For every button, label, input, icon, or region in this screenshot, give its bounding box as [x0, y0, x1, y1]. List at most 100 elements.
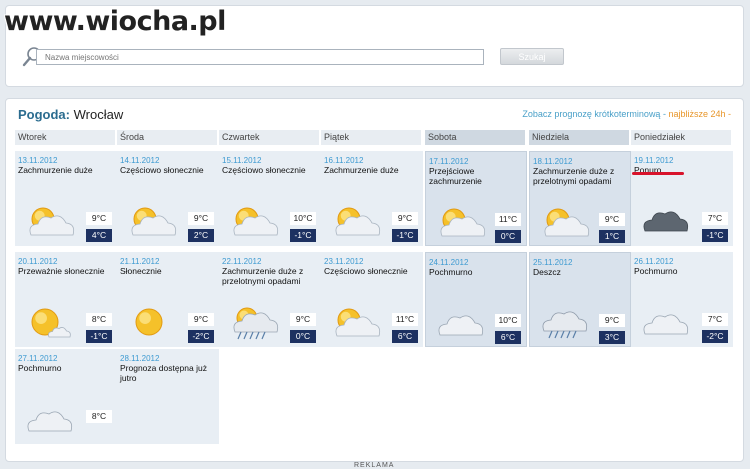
forecast-description: Prognoza dostępna już jutro [120, 363, 207, 383]
min-temp: -2°C [188, 330, 214, 343]
forecast-link-text: Zobacz prognozę krótkoterminową - [522, 109, 669, 119]
forecast-link-highlight: najbliższe 24h - [668, 109, 731, 119]
forecast-date: 18.11.2012 [533, 157, 573, 166]
min-temp: -1°C [290, 229, 316, 242]
sun-small-cloud-icon [31, 308, 71, 338]
sun-cloud-rain-icon [233, 307, 279, 340]
forecast-card: 26.11.2012 Pochmurno 7°C -2°C [631, 252, 733, 347]
forecast-date: 16.11.2012 [324, 156, 364, 165]
forecast-description: Pochmurno [634, 266, 678, 276]
forecast-card: 19.11.2012 Ponuro 7°C -1°C [631, 151, 733, 246]
page-title: Pogoda: Wrocław [18, 107, 123, 122]
forecast-description: Słonecznie [120, 266, 162, 276]
max-temp: 11°C [495, 213, 521, 226]
city-search-input[interactable] [36, 49, 484, 65]
min-temp: -1°C [702, 229, 728, 242]
day-header-7: Poniedziałek [631, 130, 731, 145]
max-temp: 11°C [392, 313, 418, 326]
forecast-description: Częściowo słonecznie [222, 165, 306, 175]
min-temp: 2°C [188, 229, 214, 242]
max-temp: 9°C [599, 314, 625, 327]
forecast-card: 20.11.2012 Przeważnie słonecznie 8°C -1°C [15, 252, 117, 347]
min-temp: 1°C [599, 230, 625, 243]
title-label: Pogoda: [18, 107, 70, 122]
day-header-5: Sobota [425, 130, 525, 145]
forecast-description: Zachmurzenie duże [324, 165, 399, 175]
forecast-date: 25.11.2012 [533, 258, 573, 267]
sun-icon [135, 308, 163, 336]
cloud-icon [27, 411, 73, 432]
min-temp: 3°C [599, 331, 625, 344]
forecast-description: Przeważnie słonecznie [18, 266, 105, 276]
min-temp: 4°C [86, 229, 112, 242]
min-temp: 0°C [495, 230, 521, 243]
max-temp: 8°C [86, 410, 112, 423]
forecast-card: 13.11.2012 Zachmurzenie duże 9°C 4°C [15, 151, 117, 246]
forecast-card: 25.11.2012 Deszcz 9°C 3°C [529, 252, 631, 347]
forecast-description: Pochmurno [18, 363, 62, 373]
forecast-date: 19.11.2012 [634, 156, 674, 165]
sun-cloud-icon [29, 207, 75, 236]
forecast-card: 23.11.2012 Częściowo słonecznie 11°C 6°C [321, 252, 423, 347]
forecast-description: Zachmurzenie duże z przelotnymi opadami [222, 266, 304, 286]
min-temp: -1°C [392, 229, 418, 242]
day-header-3: Czwartek [219, 130, 319, 145]
sun-cloud-icon [544, 208, 590, 237]
sun-cloud-icon [335, 207, 381, 236]
forecast-date: 24.11.2012 [429, 258, 469, 267]
max-temp: 9°C [86, 212, 112, 225]
search-button[interactable]: Szukaj [500, 48, 564, 65]
forecast-date: 28.11.2012 [120, 354, 160, 363]
forecast-card: 18.11.2012 Zachmurzenie duże z przelotnym… [529, 151, 631, 246]
forecast-description: Zachmurzenie duże z przelotnymi opadami [533, 166, 615, 186]
forecast-date: 17.11.2012 [429, 157, 469, 166]
min-temp: 6°C [495, 331, 521, 344]
cloud-icon [438, 315, 484, 336]
short-term-forecast-link[interactable]: Zobacz prognozę krótkoterminową - najbli… [522, 109, 731, 119]
forecast-card: 22.11.2012 Zachmurzenie duże z przelotnym… [219, 252, 321, 347]
max-temp: 9°C [599, 213, 625, 226]
forecast-card: 14.11.2012 Częściowo słonecznie 9°C 2°C [117, 151, 219, 246]
rain-cloud-icon [542, 311, 588, 339]
forecast-date: 26.11.2012 [634, 257, 674, 266]
min-temp: -1°C [86, 330, 112, 343]
forecast-card: 27.11.2012 Pochmurno 8°C [15, 349, 117, 444]
forecast-description: Częściowo słonecznie [324, 266, 408, 276]
city-name: Wrocław [73, 107, 124, 122]
forecast-date: 21.11.2012 [120, 257, 160, 266]
forecast-description: Częściowo słonecznie [120, 165, 204, 175]
max-temp: 9°C [392, 212, 418, 225]
max-temp: 9°C [188, 212, 214, 225]
max-temp: 7°C [702, 212, 728, 225]
forecast-date: 13.11.2012 [18, 156, 58, 165]
min-temp: 0°C [290, 330, 316, 343]
forecast-description: Pochmurno [429, 267, 473, 277]
max-temp: 7°C [702, 313, 728, 326]
forecast-date: 27.11.2012 [18, 354, 58, 363]
forecast-date: 20.11.2012 [18, 257, 58, 266]
forecast-card: 21.11.2012 Słonecznie 9°C -2°C [117, 252, 219, 347]
forecast-description: Deszcz [533, 267, 561, 277]
forecast-description: Zachmurzenie duże [18, 165, 93, 175]
max-temp: 9°C [188, 313, 214, 326]
max-temp: 9°C [290, 313, 316, 326]
forecast-date: 22.11.2012 [222, 257, 262, 266]
forecast-card: 16.11.2012 Zachmurzenie duże 9°C -1°C [321, 151, 423, 246]
red-underline-annotation [632, 172, 684, 175]
sun-cloud-icon [440, 208, 486, 237]
day-header-2: Środa [117, 130, 217, 145]
max-temp: 8°C [86, 313, 112, 326]
forecast-card: 28.11.2012 Prognoza dostępna już jutro [117, 349, 219, 444]
sun-cloud-icon [233, 207, 279, 236]
min-temp: -2°C [702, 330, 728, 343]
sun-cloud-icon [335, 308, 381, 337]
day-header-1: Wtorek [15, 130, 115, 145]
cloud-icon [643, 314, 689, 335]
forecast-date: 14.11.2012 [120, 156, 160, 165]
forecast-card: 15.11.2012 Częściowo słonecznie 10°C -1°C [219, 151, 321, 246]
max-temp: 10°C [495, 314, 521, 327]
dark-cloud-icon [643, 211, 689, 232]
max-temp: 10°C [290, 212, 316, 225]
min-temp: 6°C [392, 330, 418, 343]
sun-cloud-icon [131, 207, 177, 236]
